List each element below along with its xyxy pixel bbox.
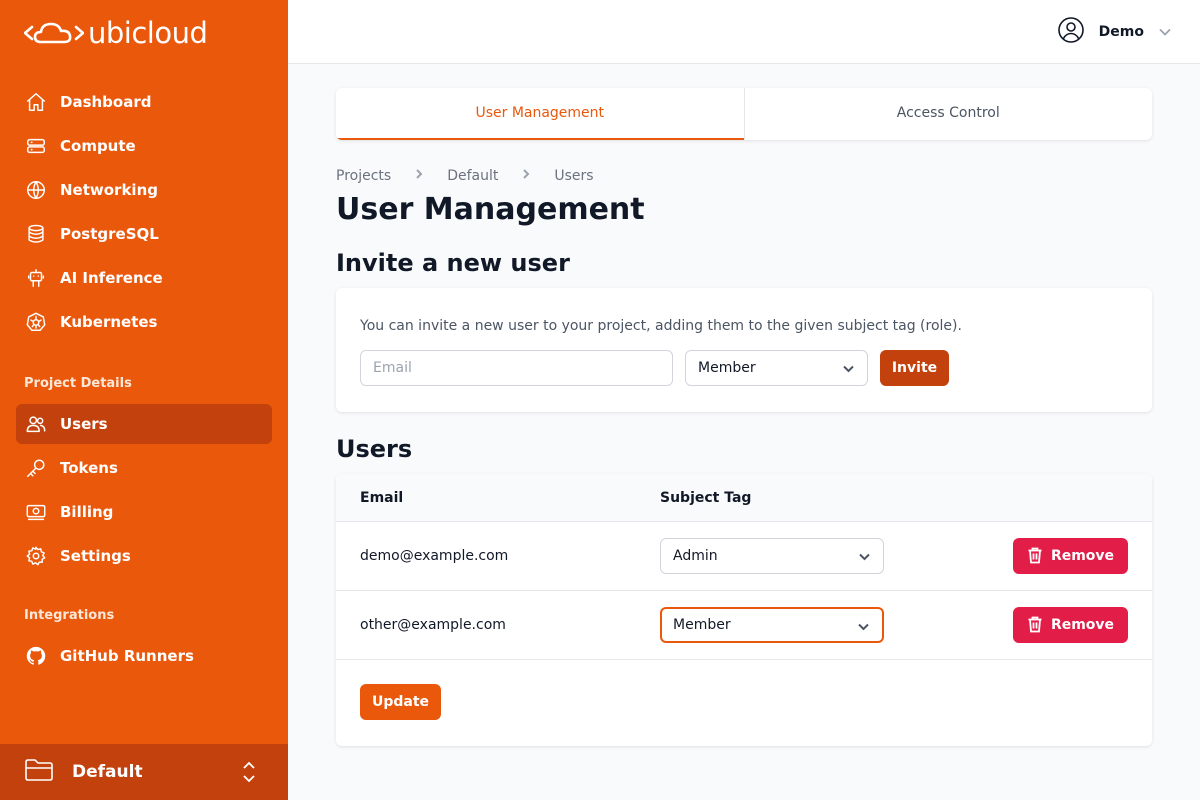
chevron-right-icon xyxy=(498,168,554,184)
breadcrumb: Projects Default Users xyxy=(336,166,1152,186)
sidebar-item-ai-inference[interactable]: AI Inference xyxy=(16,258,272,298)
user-email: other@example.com xyxy=(360,617,506,633)
invite-description: You can invite a new user to your projec… xyxy=(360,318,962,334)
tab-bar: User Management Access Control xyxy=(336,88,1152,140)
breadcrumb-users[interactable]: Users xyxy=(554,168,593,184)
integrations-heading: Integrations xyxy=(24,608,115,623)
github-icon xyxy=(24,644,48,668)
remove-user-button[interactable]: Remove xyxy=(1013,607,1128,643)
sidebar-item-networking[interactable]: Networking xyxy=(16,170,272,210)
gear-icon xyxy=(24,544,48,568)
user-name: Demo xyxy=(1098,24,1144,40)
key-icon xyxy=(24,456,48,480)
sidebar-item-kubernetes[interactable]: Kubernetes xyxy=(16,302,272,342)
sidebar-item-billing[interactable]: Billing xyxy=(16,492,272,532)
chevron-up-down-icon xyxy=(240,760,258,788)
integrations-nav: GitHub Runners xyxy=(16,636,272,680)
top-bar: Demo xyxy=(288,0,1200,64)
sidebar-item-users[interactable]: Users xyxy=(16,404,272,444)
chevron-down-icon xyxy=(1144,21,1172,43)
sidebar-item-label: Kubernetes xyxy=(60,313,158,331)
home-icon xyxy=(24,90,48,114)
invite-heading: Invite a new user xyxy=(336,249,570,277)
sidebar-item-tokens[interactable]: Tokens xyxy=(16,448,272,488)
main-nav: Dashboard Compute Networking PostgreSQL … xyxy=(16,82,272,346)
invite-form: Member Invite xyxy=(360,350,1128,386)
sidebar-item-label: Settings xyxy=(60,547,131,565)
chevron-down-icon xyxy=(842,362,855,379)
ubicloud-logo[interactable]: ubicloud xyxy=(24,16,208,50)
project-switcher-label: Default xyxy=(72,762,143,782)
robot-icon xyxy=(24,266,48,290)
page-title: User Management xyxy=(336,192,645,227)
trash-icon xyxy=(1027,545,1051,568)
brand-name: ubicloud xyxy=(88,16,208,50)
database-icon xyxy=(24,222,48,246)
kubernetes-icon xyxy=(24,310,48,334)
chevron-down-icon xyxy=(858,550,871,567)
subject-tag-value: Member xyxy=(673,617,731,633)
sidebar-item-label: Dashboard xyxy=(60,93,152,111)
sidebar-item-github-runners[interactable]: GitHub Runners xyxy=(16,636,272,676)
subject-tag-select[interactable]: Member xyxy=(660,607,884,643)
invite-button[interactable]: Invite xyxy=(880,350,949,386)
cloud-logo-icon xyxy=(24,22,84,44)
sidebar: ubicloud Dashboard Compute Networking Po… xyxy=(0,0,288,800)
table-header: Email Subject Tag xyxy=(336,474,1152,522)
tab-access-control[interactable]: Access Control xyxy=(743,88,1153,140)
user-email: demo@example.com xyxy=(360,548,509,564)
project-details-heading: Project Details xyxy=(24,376,132,391)
sidebar-item-label: PostgreSQL xyxy=(60,225,159,243)
sidebar-item-settings[interactable]: Settings xyxy=(16,536,272,576)
remove-label: Remove xyxy=(1050,548,1115,564)
subject-tag-select[interactable]: Admin xyxy=(660,538,884,574)
column-subject-tag: Subject Tag xyxy=(660,489,752,506)
trash-icon xyxy=(1027,614,1051,637)
main-content: User Management Access Control Projects … xyxy=(336,88,1152,746)
role-select[interactable]: Member xyxy=(685,350,868,386)
users-table: Email Subject Tag demo@example.com Admin… xyxy=(336,474,1152,746)
remove-user-button[interactable]: Remove xyxy=(1013,538,1128,574)
folder-icon xyxy=(24,757,54,787)
sidebar-item-postgresql[interactable]: PostgreSQL xyxy=(16,214,272,254)
globe-icon xyxy=(24,178,48,202)
banknote-icon xyxy=(24,500,48,524)
column-email: Email xyxy=(360,489,404,506)
users-heading: Users xyxy=(336,435,413,463)
email-input[interactable] xyxy=(360,350,673,386)
breadcrumb-projects[interactable]: Projects xyxy=(336,168,391,184)
sidebar-item-label: Users xyxy=(60,415,108,433)
update-button[interactable]: Update xyxy=(360,684,441,720)
sidebar-item-compute[interactable]: Compute xyxy=(16,126,272,166)
breadcrumb-default[interactable]: Default xyxy=(447,168,498,184)
sidebar-item-label: AI Inference xyxy=(60,269,163,287)
chevron-down-icon xyxy=(857,620,870,637)
remove-label: Remove xyxy=(1050,617,1115,633)
sidebar-item-label: Tokens xyxy=(60,459,118,477)
sidebar-item-label: Compute xyxy=(60,137,136,155)
sidebar-item-label: Billing xyxy=(60,503,114,521)
sidebar-item-label: Networking xyxy=(60,181,158,199)
update-footer: Update xyxy=(336,660,1152,744)
user-circle-icon xyxy=(1057,16,1085,48)
users-icon xyxy=(24,412,48,436)
subject-tag-value: Admin xyxy=(673,548,718,564)
project-switcher[interactable]: Default xyxy=(0,744,288,800)
chevron-right-icon xyxy=(391,168,447,184)
table-row: demo@example.com Admin Remove xyxy=(336,522,1152,591)
server-icon xyxy=(24,134,48,158)
tab-user-management[interactable]: User Management xyxy=(336,88,744,140)
user-menu[interactable]: Demo xyxy=(1057,16,1172,48)
role-select-value: Member xyxy=(698,360,756,376)
sidebar-item-label: GitHub Runners xyxy=(60,647,194,665)
invite-card: You can invite a new user to your projec… xyxy=(336,288,1152,412)
project-nav: Users Tokens Billing Settings xyxy=(16,404,272,580)
sidebar-item-dashboard[interactable]: Dashboard xyxy=(16,82,272,122)
table-row: other@example.com Member Remove xyxy=(336,591,1152,660)
